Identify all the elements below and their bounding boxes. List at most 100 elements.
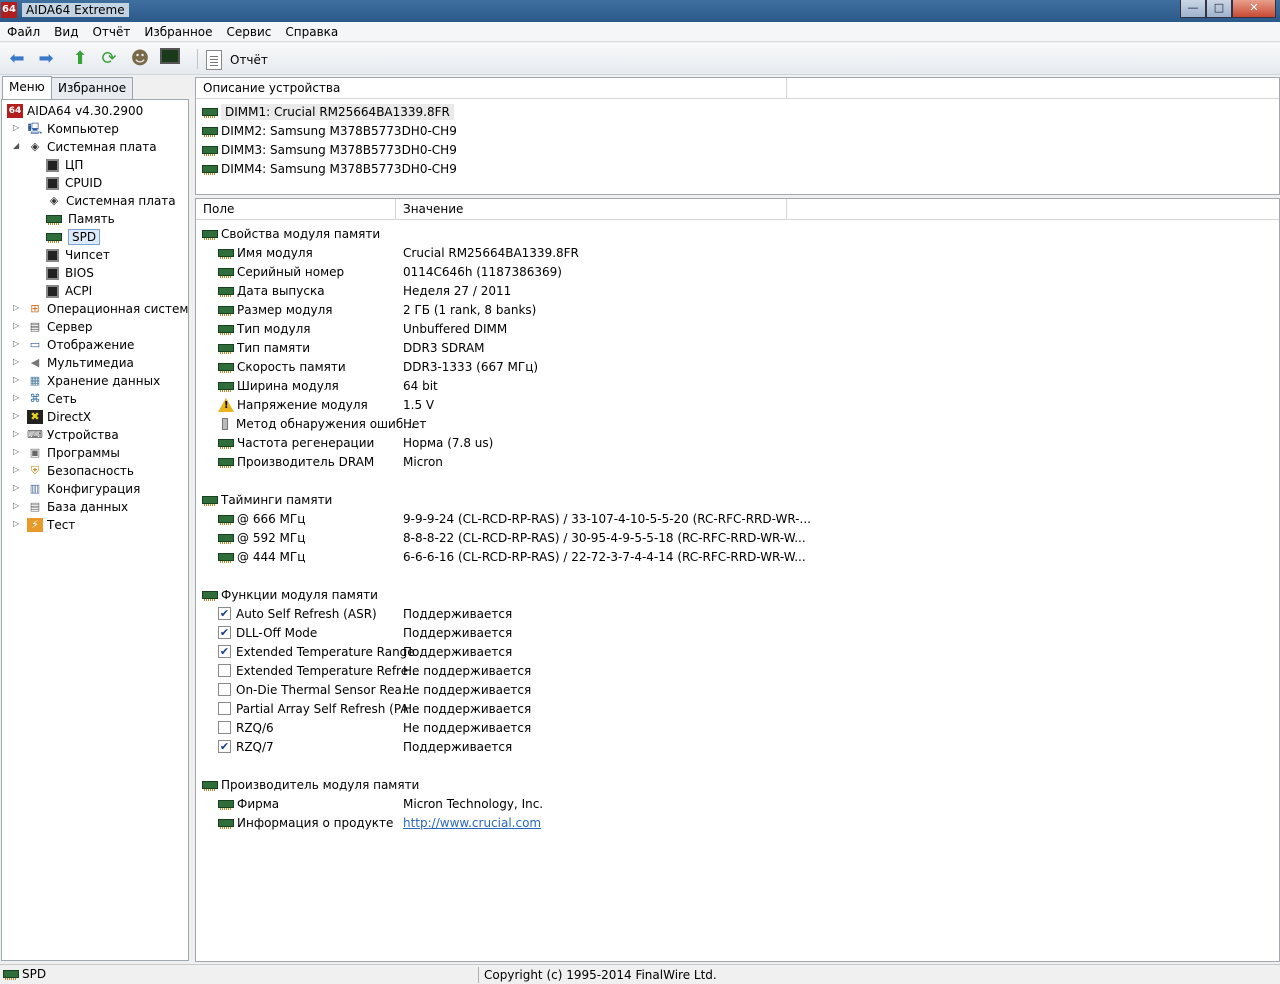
tree-item-16[interactable]: ⌘ Сеть	[27, 390, 77, 408]
field-value: DDR3 SDRAM	[403, 340, 485, 355]
tree-item-22[interactable]: ▤ База данных	[27, 498, 128, 516]
tree-item-19[interactable]: ▣ Программы	[27, 444, 120, 462]
tree-item-10[interactable]: ACPI	[46, 282, 92, 300]
expand-arrow-icon[interactable]: ▷	[13, 447, 22, 456]
menu-report[interactable]: Отчёт	[85, 22, 137, 42]
tree-item-2[interactable]: ◈ Системная плата	[27, 138, 157, 156]
detail-row[interactable]: Ширина модуля 64 bit	[196, 376, 1276, 395]
tree-item-11[interactable]: ⊞ Операционная система	[27, 300, 188, 318]
maximize-button[interactable]: □	[1206, 0, 1232, 18]
ram-module-icon	[202, 229, 218, 240]
detail-row[interactable]: RZQ/6 Не поддерживается	[196, 718, 1276, 737]
device-row[interactable]: DIMM4: Samsung M378B5773DH0-CH9	[202, 159, 457, 178]
expand-arrow-icon[interactable]: ▷	[13, 519, 22, 528]
value-column-header[interactable]: Значение	[396, 199, 787, 220]
monitor-icon[interactable]	[158, 48, 182, 70]
tree-item-8[interactable]: Чипсет	[46, 246, 110, 264]
menu-view[interactable]: Вид	[47, 22, 85, 42]
expand-arrow-icon[interactable]: ▷	[13, 375, 22, 384]
detail-row[interactable]: ✔ Extended Temperature Range Поддерживаетс…	[196, 642, 1276, 661]
collapse-arrow-icon[interactable]: ◢	[13, 141, 22, 150]
menu-file[interactable]: Файл	[0, 22, 47, 42]
tree-item-13[interactable]: ▭ Отображение	[27, 336, 135, 354]
product-info-link[interactable]: http://www.crucial.com	[403, 816, 541, 830]
expand-arrow-icon[interactable]: ▷	[13, 429, 22, 438]
tree-item-21[interactable]: ▥ Конфигурация	[27, 480, 141, 498]
tree-item-23[interactable]: ⚡ Тест	[27, 516, 75, 534]
minimize-button[interactable]: —	[1180, 0, 1206, 18]
detail-row[interactable]: @ 666 МГц 9-9-9-24 (CL-RCD-RP-RAS) / 33-1…	[196, 509, 1276, 528]
detail-row[interactable]: Partial Array Self Refresh (PA... Не подд…	[196, 699, 1276, 718]
device-row[interactable]: DIMM2: Samsung M378B5773DH0-CH9	[202, 121, 457, 140]
detail-row[interactable]: Напряжение модуля 1.5 V	[196, 395, 1276, 414]
tree-item-7[interactable]: SPD	[46, 228, 101, 246]
tree-item-0[interactable]: 64 AIDA64 v4.30.2900	[7, 102, 143, 120]
tree-item-6[interactable]: Память	[46, 210, 115, 228]
tree-item-9[interactable]: BIOS	[46, 264, 94, 282]
expand-arrow-icon[interactable]: ▷	[13, 339, 22, 348]
expand-arrow-icon[interactable]: ▷	[13, 501, 22, 510]
detail-row[interactable]: Частота регенерации Норма (7.8 us)	[196, 433, 1276, 452]
detail-row[interactable]: Производитель DRAM Micron	[196, 452, 1276, 471]
expand-arrow-icon[interactable]: ▷	[13, 483, 22, 492]
detail-row[interactable]: On-Die Thermal Sensor Rea... Не поддержив…	[196, 680, 1276, 699]
detail-row[interactable]: @ 592 МГц 8-8-8-22 (CL-RCD-RP-RAS) / 30-9…	[196, 528, 1276, 547]
expand-arrow-icon[interactable]: ▷	[13, 393, 22, 402]
tree-item-20[interactable]: ⛨ Безопасность	[27, 462, 134, 480]
device-row[interactable]: DIMM3: Samsung M378B5773DH0-CH9	[202, 140, 457, 159]
detail-row[interactable]: Имя модуля Crucial RM25664BA1339.8FR	[196, 243, 1276, 262]
expand-arrow-icon[interactable]: ▷	[13, 465, 22, 474]
ram-module-icon	[202, 107, 218, 118]
detail-row[interactable]: Дата выпуска Неделя 27 / 2011	[196, 281, 1276, 300]
tree-item-3[interactable]: ЦП	[46, 156, 83, 174]
up-arrow-icon[interactable]: ⬆	[68, 48, 92, 70]
tree-item-15[interactable]: ▦ Хранение данных	[27, 372, 160, 390]
tree-item-12[interactable]: ▤ Сервер	[27, 318, 93, 336]
tree-item-1[interactable]: 🖳 Компьютер	[27, 120, 119, 138]
detail-row[interactable]: Скорость памяти DDR3-1333 (667 МГц)	[196, 357, 1276, 376]
detail-row[interactable]: Метод обнаружения ошиб... Нет	[196, 414, 1276, 433]
detail-row[interactable]: Extended Temperature Refre... Не поддержи…	[196, 661, 1276, 680]
detail-row[interactable]: ✔ DLL-Off Mode Поддерживается	[196, 623, 1276, 642]
device-description-header[interactable]: Описание устройства	[196, 78, 787, 99]
expand-arrow-icon[interactable]: ▷	[13, 321, 22, 330]
report-document-icon	[206, 50, 222, 70]
field-value: Нет	[403, 416, 427, 431]
tree-item-18[interactable]: ⌨ Устройства	[27, 426, 119, 444]
tree-item-17[interactable]: ✖ DirectX	[27, 408, 91, 426]
expand-arrow-icon[interactable]: ▷	[13, 411, 22, 420]
detail-row[interactable]: ✔ Auto Self Refresh (ASR) Поддерживается	[196, 604, 1276, 623]
detail-row[interactable]: Тип модуля Unbuffered DIMM	[196, 319, 1276, 338]
refresh-icon[interactable]: ⟳	[97, 48, 121, 70]
tab-favorites[interactable]: Избранное	[51, 77, 134, 99]
expand-arrow-icon[interactable]: ▷	[13, 123, 22, 132]
menu-service[interactable]: Сервис	[220, 22, 279, 42]
field-column-header[interactable]: Поле	[196, 199, 396, 220]
detail-row[interactable]: Фирма Micron Technology, Inc.	[196, 794, 1276, 813]
tree-item-4[interactable]: CPUID	[46, 174, 102, 192]
detail-row[interactable]: Размер модуля 2 ГБ (1 rank, 8 banks)	[196, 300, 1276, 319]
detail-row[interactable]: Серийный номер 0114C646h (1187386369)	[196, 262, 1276, 281]
detail-row[interactable]: Тип памяти DDR3 SDRAM	[196, 338, 1276, 357]
tree-item-label: ACPI	[65, 284, 93, 298]
detail-row[interactable]: ✔ RZQ/7 Поддерживается	[196, 737, 1276, 756]
detail-row[interactable]: @ 444 МГц 6-6-6-16 (CL-RCD-RP-RAS) / 22-7…	[196, 547, 1276, 566]
field-label: Extended Temperature Refre...	[236, 663, 420, 678]
tab-menu[interactable]: Меню	[2, 76, 52, 99]
tree-item-5[interactable]: ◈ Системная плата	[46, 192, 176, 210]
tree-item-14[interactable]: ◀ Мультимедиа	[27, 354, 134, 372]
device-row[interactable]: DIMM1: Crucial RM25664BA1339.8FR	[202, 102, 454, 121]
menu-favorites[interactable]: Избранное	[137, 22, 219, 42]
menu-help[interactable]: Справка	[278, 22, 345, 42]
users-icon[interactable]: ☻	[128, 48, 152, 70]
tree-item-label: Память	[68, 212, 115, 226]
expand-arrow-icon[interactable]: ▷	[13, 303, 22, 312]
report-button[interactable]: Отчёт	[206, 49, 268, 71]
expand-arrow-icon[interactable]: ▷	[13, 357, 22, 366]
tree-item-label: Отображение	[47, 338, 135, 352]
back-arrow-icon[interactable]: ⬅	[5, 48, 29, 70]
forward-arrow-icon[interactable]: ➡	[34, 48, 58, 70]
field-cell: Дата выпуска	[218, 284, 325, 298]
close-button[interactable]: ✕	[1232, 0, 1276, 18]
detail-row[interactable]: Информация о продукте http://www.crucial.…	[196, 813, 1276, 832]
